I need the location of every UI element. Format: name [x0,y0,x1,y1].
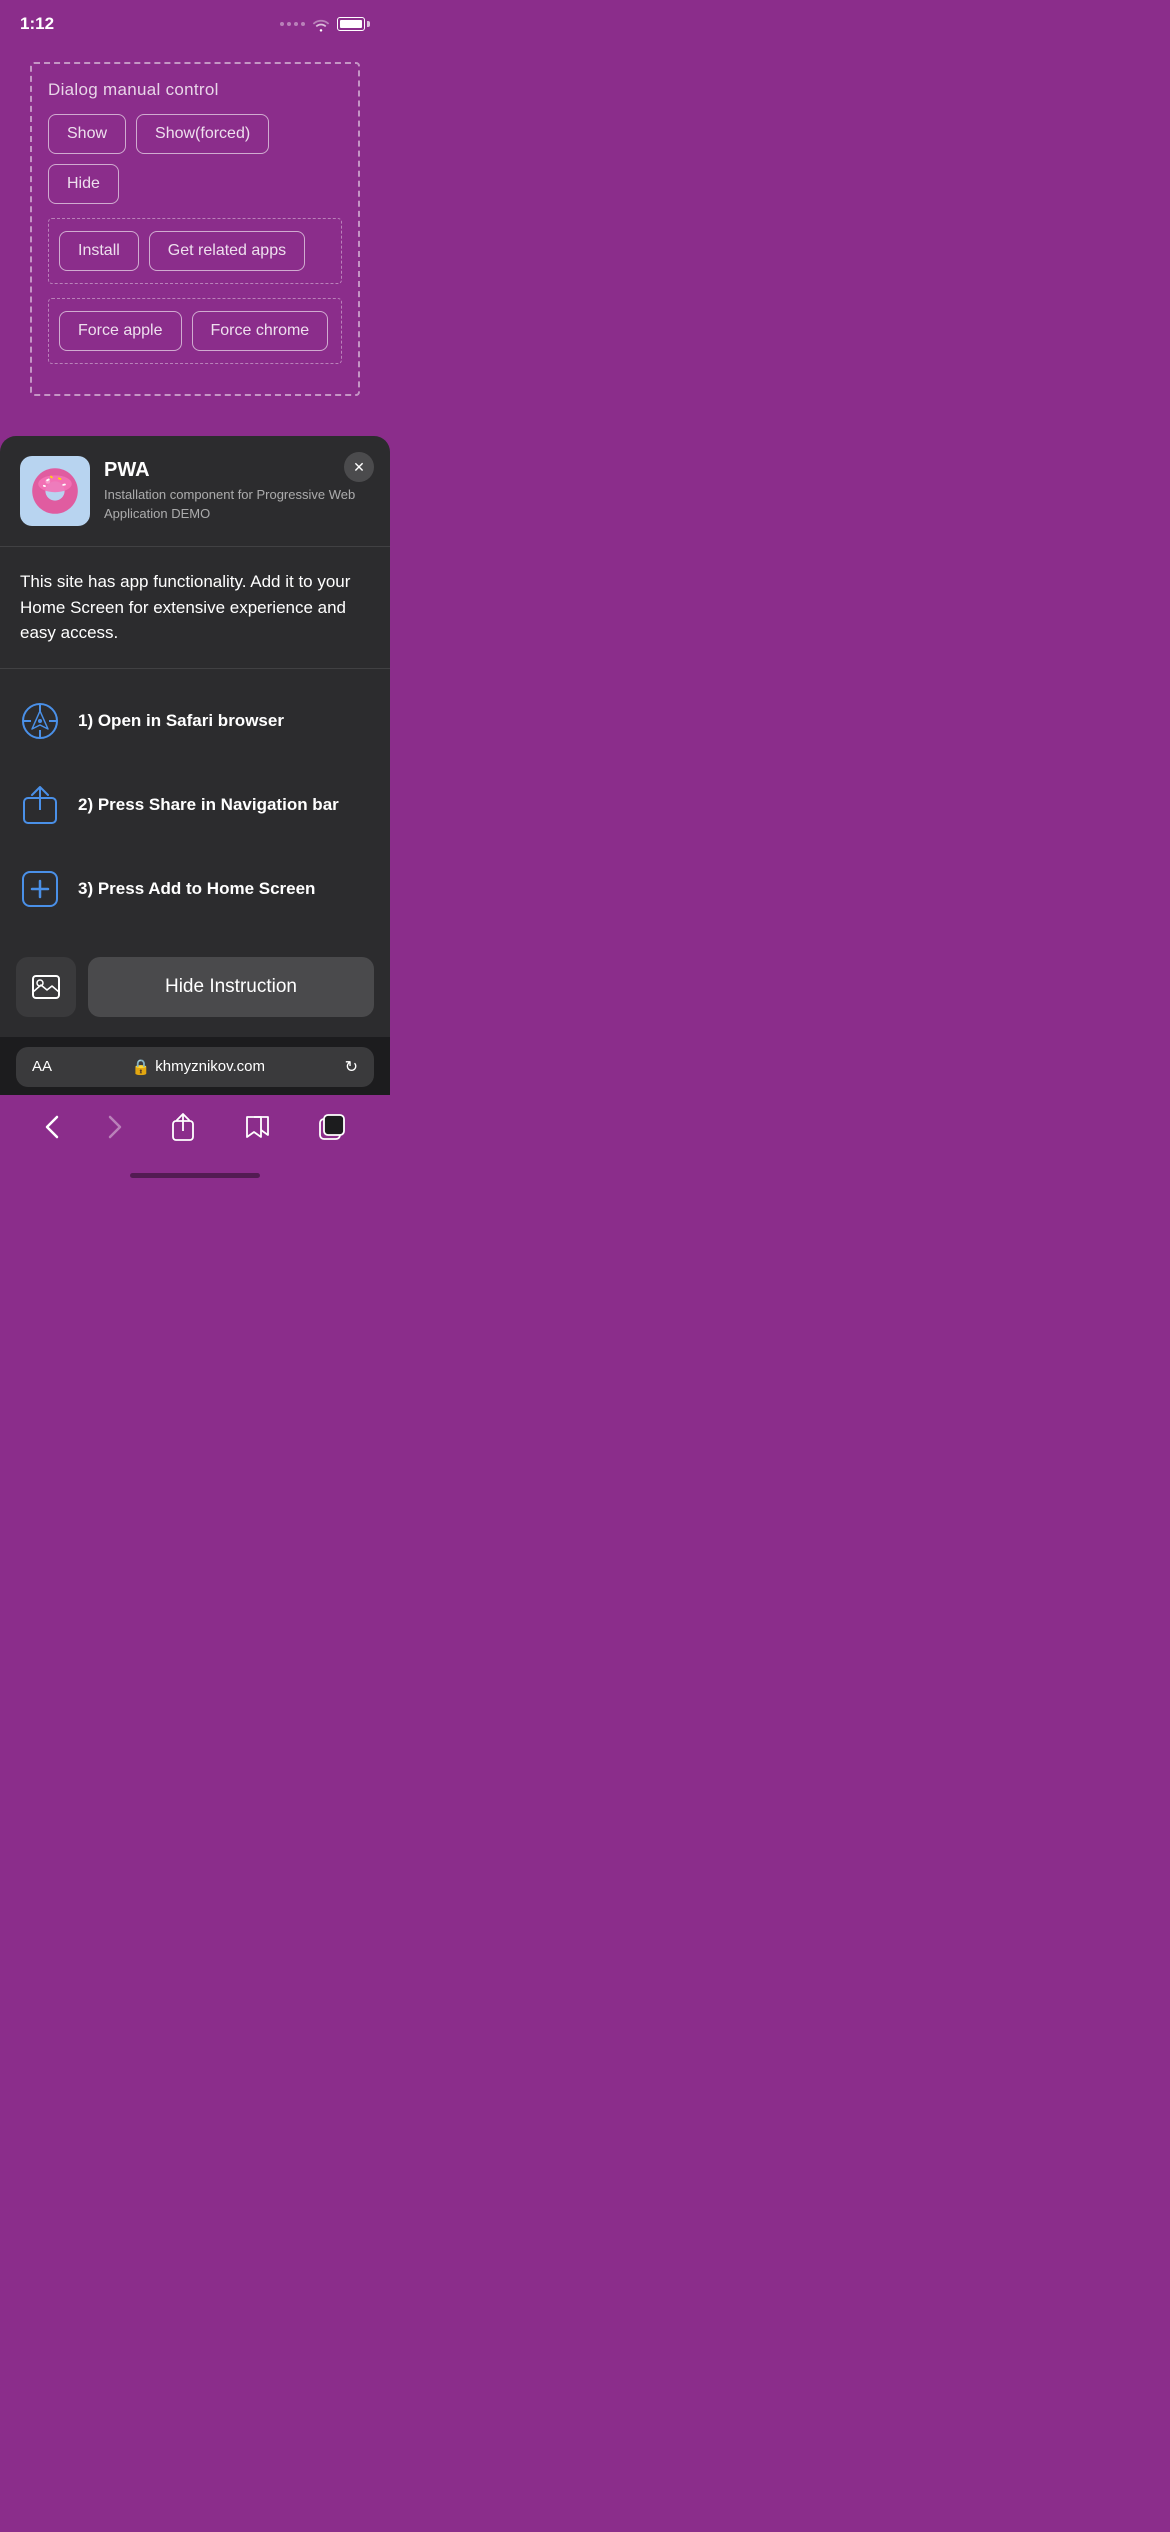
forward-icon [108,1115,122,1139]
url-bar[interactable]: AA 🔒 khmyznikov.com ↻ [16,1047,374,1087]
show-button[interactable]: Show [48,114,126,154]
close-button[interactable]: ✕ [344,452,374,482]
browser-bar: AA 🔒 khmyznikov.com ↻ [0,1037,390,1095]
bottom-actions: Hide Instruction [0,941,390,1037]
image-button[interactable] [16,957,76,1017]
forward-button[interactable] [98,1111,132,1143]
dialog-control-box: Dialog manual control Show Show(forced) … [30,62,360,396]
instruction-text-3: 3) Press Add to Home Screen [78,879,315,899]
pwa-description: Installation component for Progressive W… [104,486,370,522]
pwa-icon [20,456,90,526]
safari-icon [20,701,60,741]
app-description-section: This site has app functionality. Add it … [0,547,390,669]
instruction-text-2: 2) Press Share in Navigation bar [78,795,339,815]
purple-section: Dialog manual control Show Show(forced) … [0,42,390,436]
dialog-control-title: Dialog manual control [48,80,342,100]
share-nav-icon [172,1113,194,1141]
hide-instruction-label: Hide Instruction [165,976,297,998]
wifi-icon [311,17,331,32]
tabs-icon [319,1114,345,1140]
instruction-item-3: 3) Press Add to Home Screen [0,847,390,931]
hide-instruction-button[interactable]: Hide Instruction [88,957,374,1017]
status-bar: 1:12 [0,0,390,42]
pwa-info: PWA Installation component for Progressi… [104,459,370,522]
back-button[interactable] [35,1111,69,1143]
get-related-apps-button[interactable]: Get related apps [149,231,305,271]
add-home-icon [20,869,60,909]
instruction-item-1: 1) Open in Safari browser [0,679,390,763]
instructions-list: 1) Open in Safari browser 2) Press Share… [0,669,390,941]
aa-label[interactable]: AA [32,1058,52,1075]
battery-icon [337,17,370,31]
tabs-button[interactable] [309,1110,355,1144]
home-indicator-area [0,1165,390,1194]
bottom-sheet: PWA Installation component for Progressi… [0,436,390,1037]
button-row-2: Install Get related apps [48,218,342,284]
pwa-name: PWA [104,459,370,482]
home-bar [130,1173,260,1178]
back-icon [45,1115,59,1139]
hide-button[interactable]: Hide [48,164,119,204]
reload-icon[interactable]: ↻ [345,1057,358,1077]
url-text-value: khmyznikov.com [155,1058,265,1075]
pwa-header: PWA Installation component for Progressi… [0,436,390,547]
status-time: 1:12 [20,14,54,34]
instruction-item-2: 2) Press Share in Navigation bar [0,763,390,847]
instruction-text-1: 1) Open in Safari browser [78,711,284,731]
button-row-3: Force apple Force chrome [48,298,342,364]
share-icon [20,785,60,825]
install-button[interactable]: Install [59,231,139,271]
url-display: 🔒 khmyznikov.com [132,1058,265,1076]
lock-icon: 🔒 [132,1058,151,1076]
bookmarks-icon [244,1114,270,1140]
force-apple-button[interactable]: Force apple [59,311,182,351]
button-row-1: Show Show(forced) Hide [48,114,342,204]
image-icon [32,975,60,999]
app-description-text: This site has app functionality. Add it … [20,569,370,646]
status-icons [280,17,370,32]
signal-icon [280,22,305,26]
donut-icon [25,461,85,521]
show-forced-button[interactable]: Show(forced) [136,114,269,154]
share-nav-button[interactable] [162,1109,204,1145]
bottom-navigation [0,1095,390,1165]
force-chrome-button[interactable]: Force chrome [192,311,329,351]
bookmarks-button[interactable] [234,1110,280,1144]
